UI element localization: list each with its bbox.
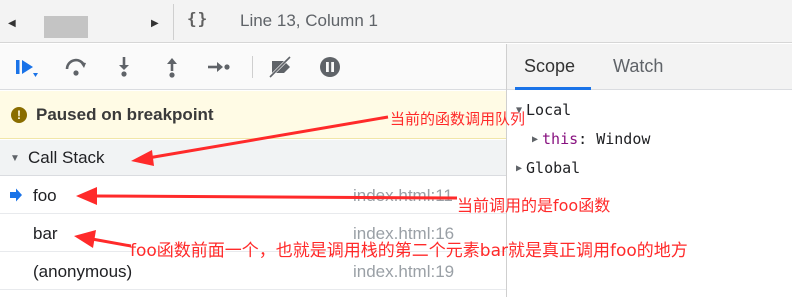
scope-this-entry[interactable]: ▶ this: Window [532,130,650,148]
pause-on-exceptions-icon[interactable] [316,53,344,81]
pretty-print-icon[interactable]: {} [187,9,208,28]
info-icon: ! [11,107,27,123]
step-icon[interactable] [204,53,232,81]
step-out-icon[interactable] [158,53,186,81]
cursor-position: Line 13, Column 1 [240,11,378,30]
scope-colon: : [578,130,597,148]
annotation-caller-note: foo函数前面一个，也就是调用栈的第二个元素bar就是真正调用foo的地方 [130,241,688,261]
horizontal-scrollbar-thumb[interactable] [44,16,88,38]
frame-function-name: (anonymous) [33,262,133,281]
collapsed-triangle-icon: ▶ [516,163,523,174]
current-frame-arrow-icon [9,188,23,202]
step-over-icon[interactable] [62,53,90,81]
annotation-call-stack-note: 当前的函数调用队列 [390,110,526,128]
call-stack-title: Call Stack [28,148,105,167]
call-frame-foo[interactable]: foo index.html:11 [0,177,506,214]
paused-message: Paused on breakpoint [36,105,214,124]
scroll-left-icon[interactable]: ◀ [8,18,16,29]
step-into-icon[interactable] [110,53,138,81]
call-stack-header[interactable]: ▼ Call Stack [0,140,506,176]
annotation-current-frame-note: 当前调用的是foo函数 [457,196,611,215]
tab-scope[interactable]: Scope [524,56,575,77]
collapsed-triangle-icon: ▶ [532,134,539,145]
frame-function-name: foo [33,186,57,205]
tab-watch[interactable]: Watch [613,56,663,77]
frame-location-link[interactable]: index.html:19 [353,262,454,282]
editor-status-bar: ◀ ▶ {} Line 13, Column 1 [0,0,792,43]
scope-value: Window [596,130,651,148]
scope-key: this [542,130,579,148]
frame-location-link[interactable]: index.html:11 [353,186,453,206]
scope-global[interactable]: ▶ Global [516,159,580,177]
resume-icon[interactable] [11,53,39,81]
toolbar-divider [252,56,253,78]
scroll-right-icon[interactable]: ▶ [151,18,159,29]
expand-triangle-icon: ▼ [10,153,20,164]
deactivate-breakpoints-icon[interactable] [266,53,294,81]
debugger-toolbar [0,44,506,90]
scope-local-label: Local [526,101,572,119]
active-tab-indicator [515,87,591,90]
scope-global-label: Global [526,159,581,177]
divider [173,4,174,40]
scope-tabs: Scope Watch [507,44,792,90]
frame-function-name: bar [33,224,58,243]
